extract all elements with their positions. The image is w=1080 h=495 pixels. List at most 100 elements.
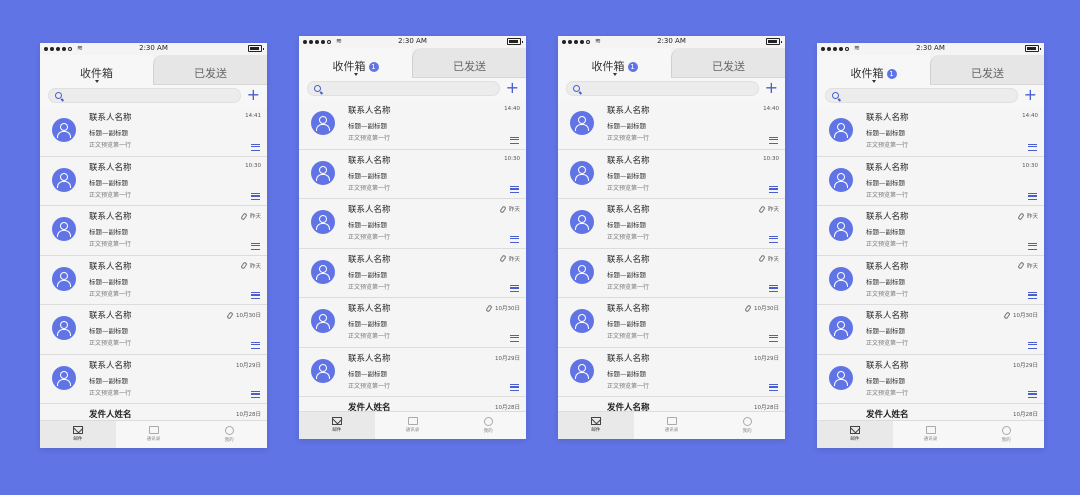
bottom-tab-mail[interactable]: 邮件 [817,421,893,448]
menu-icon[interactable] [1028,193,1037,200]
menu-icon[interactable] [1028,242,1037,250]
mail-list-item[interactable]: 联系人名称 标题—副标题 正文预览第一行 昨天 [817,206,1044,256]
bottom-tab-mail[interactable]: 邮件 [40,421,116,448]
menu-icon[interactable] [769,384,778,391]
mail-list-item[interactable]: 联系人名称 标题—副标题 正文预览第一行 14:40 [817,107,1044,157]
menu-icon[interactable] [251,242,260,250]
compose-plus-icon[interactable]: + [506,80,519,96]
menu-icon[interactable] [769,334,778,342]
contact-name: 联系人名称 [89,360,132,371]
mail-subject: 标题—副标题 [89,129,128,137]
menu-icon[interactable] [510,235,519,243]
mail-preview: 正文预览第一行 [348,382,391,390]
mailbox-tabs: 收件箱 1 已发送 [299,48,526,78]
tab-sent[interactable]: 已发送 [671,48,785,78]
mail-list-item[interactable]: 联系人名称 标题—副标题 正文预览第一行 10月29日 [299,347,526,397]
menu-icon[interactable] [510,285,519,292]
menu-icon[interactable] [769,186,778,193]
menu-icon[interactable] [769,136,778,144]
bottom-tab-mail[interactable]: 邮件 [299,412,375,439]
mail-preview: 正文预览第一行 [607,333,650,340]
mail-list-item[interactable]: 联系人名称 标题—副标题 正文预览第一行 10月29日 [817,354,1044,404]
contact-name: 联系人名称 [866,212,909,222]
tab-inbox[interactable]: 收件箱 [40,55,153,85]
mail-list-item[interactable]: 联系人名称 标题—副标题 正文预览第一行 昨天 [299,248,526,298]
bottom-tab-me[interactable]: 我的 [191,421,267,448]
mail-list-item[interactable]: 联系人名称 标题—副标题 正文预览第一行 10月29日 [40,354,267,404]
menu-icon[interactable] [251,193,260,200]
menu-icon[interactable] [510,334,519,342]
compose-plus-icon[interactable]: + [765,80,778,96]
menu-icon[interactable] [510,136,519,144]
bottom-tab-mail[interactable]: 邮件 [558,412,634,439]
mail-list-item[interactable]: 联系人名称 标题—副标题 正文预览第一行 14:41 [40,107,267,157]
mail-list-item[interactable]: 联系人名称 标题—副标题 正文预览第一行 昨天 [558,248,785,298]
bottom-tab-contacts[interactable]: 通讯录 [375,412,451,439]
mail-preview: 正文预览第一行 [866,142,909,149]
mail-list-item[interactable]: 联系人名称 标题—副标题 正文预览第一行 10:30 [558,149,785,199]
mail-list-item[interactable]: 联系人名称 标题—副标题 正文预览第一行 昨天 [40,255,267,305]
bottom-tab-contacts[interactable]: 通讯录 [634,412,710,439]
mail-preview: 正文预览第一行 [348,184,391,192]
search-input[interactable] [307,81,500,96]
mail-list-item[interactable]: 联系人名称 标题—副标题 正文预览第一行 昨天 [40,206,267,256]
caret-down-icon [353,73,358,76]
profile-icon [483,417,493,426]
mail-list-item[interactable]: 联系人名称 标题—副标题 正文预览第一行 10:30 [40,156,267,206]
mail-list-item[interactable]: 联系人名称 标题—副标题 正文预览第一行 14:40 [299,100,526,150]
tab-inbox[interactable]: 收件箱 1 [558,48,671,78]
status-bar: ≋ 2:30 AM [817,43,1044,55]
mail-list-item[interactable]: 联系人名称 标题—副标题 正文预览第一行 10月30日 [40,305,267,355]
search-input[interactable] [566,81,759,96]
mail-list-item[interactable]: 联系人名称 标题—副标题 正文预览第一行 10月29日 [558,347,785,397]
menu-icon[interactable] [251,143,260,151]
menu-icon[interactable] [1028,391,1037,398]
menu-icon[interactable] [251,391,260,398]
mail-list-item[interactable]: 联系人名称 标题—副标题 正文预览第一行 昨天 [817,255,1044,305]
bottom-tab-mail-label: 邮件 [591,428,601,433]
bottom-tab-contacts[interactable]: 通讯录 [116,421,192,448]
menu-icon[interactable] [1028,143,1037,151]
mail-list-item[interactable]: 联系人名称 标题—副标题 正文预览第一行 14:40 [558,100,785,150]
search-input[interactable] [825,88,1018,103]
menu-icon[interactable] [510,186,519,193]
compose-plus-icon[interactable]: + [247,87,260,103]
mail-list-item[interactable]: 联系人名称 标题—副标题 正文预览第一行 10:30 [817,156,1044,206]
menu-icon[interactable] [769,235,778,243]
mail-list-item[interactable]: 联系人名称 标题—副标题 正文预览第一行 10月30日 [817,305,1044,355]
compose-plus-icon[interactable]: + [1024,87,1037,103]
mail-subject: 标题—副标题 [348,369,387,378]
bottom-tab-contacts[interactable]: 通讯录 [893,421,969,448]
bottom-tab-me[interactable]: 我的 [968,421,1044,448]
search-icon [55,92,62,99]
search-input[interactable] [48,88,241,103]
menu-icon[interactable] [251,341,260,349]
bottom-tab-me[interactable]: 我的 [709,412,785,439]
mail-meta: 昨天 [1017,261,1038,270]
mail-list-item[interactable]: 联系人名称 标题—副标题 正文预览第一行 10月30日 [558,298,785,348]
menu-icon[interactable] [251,292,260,299]
mail-list-item[interactable]: 联系人名称 标题—副标题 正文预览第一行 10:30 [299,149,526,199]
mail-subject: 标题—副标题 [866,277,905,286]
tab-sent[interactable]: 已发送 [930,55,1044,85]
menu-icon[interactable] [769,285,778,292]
search-row: + [40,85,267,107]
mail-list-item[interactable]: 联系人名称 标题—副标题 正文预览第一行 10月30日 [299,298,526,348]
mail-list-item[interactable]: 联系人名称 标题—副标题 正文预览第一行 昨天 [558,199,785,249]
menu-icon[interactable] [1028,341,1037,349]
avatar-user-icon [52,118,76,142]
contacts-icon [925,426,936,434]
mail-list-item[interactable]: 联系人名称 标题—副标题 正文预览第一行 昨天 [299,199,526,249]
contact-name: 联系人名称 [89,162,132,173]
menu-icon[interactable] [1028,292,1037,299]
bottom-tab-me[interactable]: 我的 [450,412,526,439]
bottom-tab-bar: 邮件 通讯录 我的 [817,420,1044,448]
contact-name: 联系人名称 [607,205,650,215]
tab-sent[interactable]: 已发送 [412,48,526,78]
tab-inbox[interactable]: 收件箱 1 [817,55,930,85]
mail-meta: 10月28日 [1013,410,1038,418]
tab-sent[interactable]: 已发送 [153,55,267,85]
avatar-user-icon [570,210,594,234]
tab-inbox[interactable]: 收件箱 1 [299,48,412,78]
menu-icon[interactable] [510,384,519,391]
